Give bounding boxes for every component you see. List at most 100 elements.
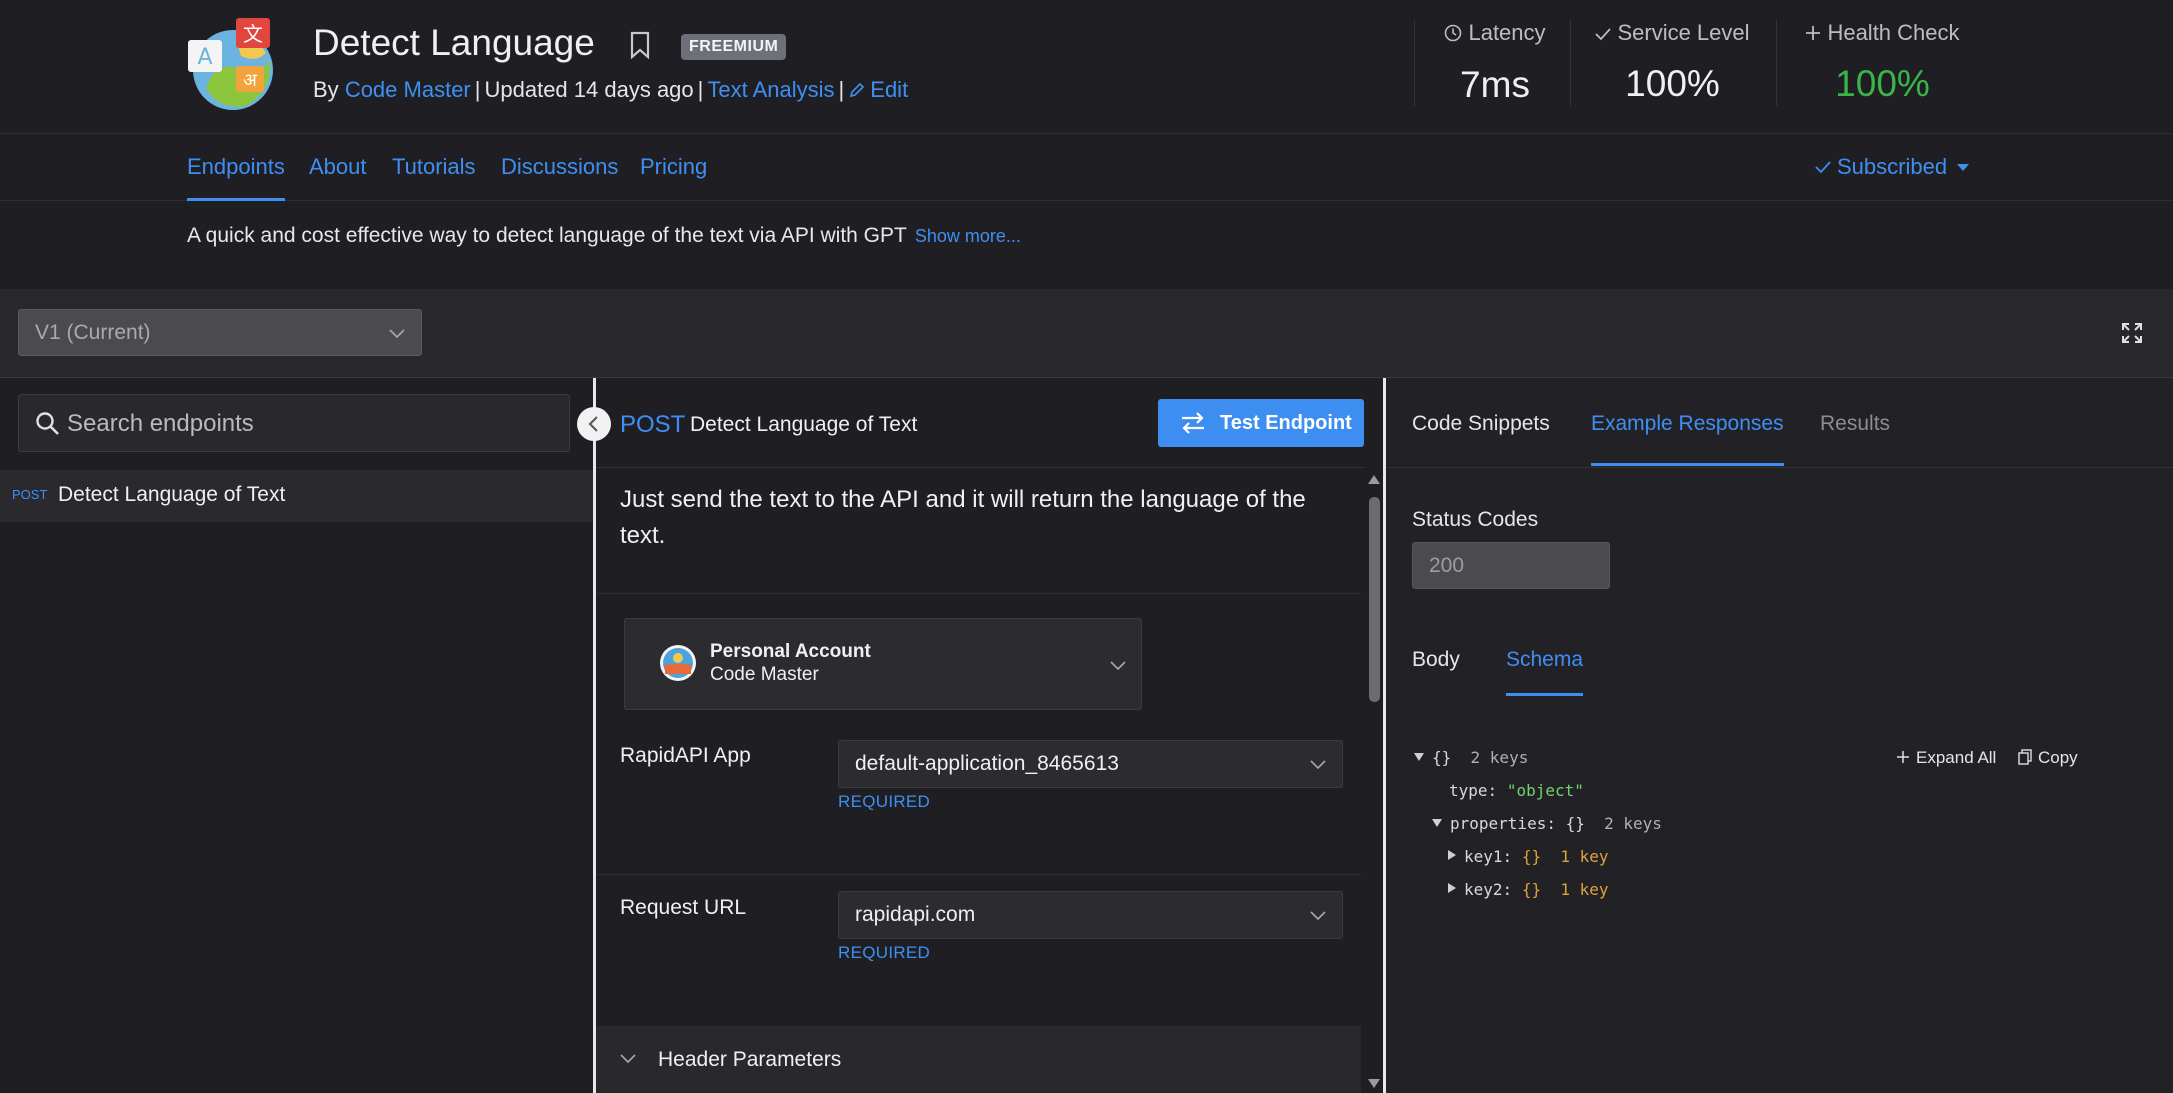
schema-type-row: type: "object" — [1449, 781, 1584, 800]
expand-triangle-icon[interactable] — [1448, 850, 1456, 860]
pricing-badge: FREEMIUM — [681, 34, 787, 60]
tab-tutorials[interactable]: Tutorials — [392, 154, 476, 180]
by-label: By — [313, 77, 339, 102]
health-check-stat: Health Check 100% — [1790, 20, 1975, 110]
chevron-down-icon — [389, 310, 405, 355]
endpoint-list-item[interactable]: POST Detect Language of Text — [0, 470, 593, 522]
category-link[interactable]: Text Analysis — [707, 77, 834, 102]
author-link[interactable]: Code Master — [345, 77, 471, 102]
collapse-triangle-icon[interactable] — [1414, 753, 1424, 761]
latency-value: 7ms — [1460, 64, 1530, 105]
request-url-value: rapidapi.com — [855, 903, 976, 926]
search-icon — [35, 411, 61, 437]
endpoint-description: Just send the text to the API and it wil… — [620, 486, 1306, 549]
expand-all-label: Expand All — [1916, 748, 1997, 767]
status-codes-label: Status Codes — [1412, 508, 1539, 531]
tab-endpoints[interactable]: Endpoints — [187, 154, 285, 201]
schema-key1-row[interactable]: key1: {} 1 key — [1448, 847, 1609, 866]
tab-body[interactable]: Body — [1412, 648, 1460, 672]
show-more-link[interactable]: Show more... — [915, 226, 1021, 246]
endpoints-sidebar: POST Detect Language of Text — [0, 378, 593, 1093]
collapse-triangle-icon[interactable] — [1432, 819, 1442, 827]
required-label: REQUIRED — [838, 792, 931, 811]
svg-text:अ: अ — [243, 70, 258, 91]
tab-pricing[interactable]: Pricing — [640, 154, 707, 180]
service-level-value: 100% — [1625, 63, 1720, 104]
response-tabs: Code Snippets Example Responses Results — [1386, 378, 2173, 468]
search-input[interactable] — [65, 395, 549, 453]
pencil-icon — [848, 79, 866, 98]
endpoint-method-label: POST — [620, 411, 686, 438]
chevron-down-icon — [1310, 741, 1326, 787]
scrollbar[interactable] — [1365, 467, 1383, 1093]
api-title: Detect Language — [313, 22, 595, 63]
tab-about[interactable]: About — [309, 154, 367, 180]
version-select[interactable]: V1 (Current) — [18, 309, 422, 356]
scroll-up-arrow-icon[interactable] — [1368, 475, 1380, 484]
required-label: REQUIRED — [838, 943, 931, 962]
tab-results[interactable]: Results — [1820, 412, 1890, 436]
expand-all-button[interactable]: Expand All — [1896, 748, 1996, 769]
service-level-label: Service Level — [1617, 20, 1750, 45]
version-bar: V1 (Current) — [0, 289, 2173, 378]
scrollbar-thumb[interactable] — [1369, 497, 1380, 702]
swap-arrows-icon — [1180, 412, 1206, 434]
endpoint-panel: POST Detect Language of Text Test Endpoi… — [593, 378, 1386, 1093]
account-type: Personal Account — [710, 641, 871, 662]
check-icon — [1815, 154, 1831, 180]
updated-text: Updated 14 days ago — [484, 77, 694, 102]
subscribed-dropdown[interactable]: Subscribed — [1815, 154, 1970, 180]
request-url-select[interactable]: rapidapi.com — [838, 891, 1343, 939]
latency-stat: Latency 7ms — [1430, 20, 1560, 110]
account-name: Code Master — [710, 664, 819, 685]
subscribed-label: Subscribed — [1837, 154, 1948, 179]
expand-triangle-icon[interactable] — [1448, 883, 1456, 893]
schema-key2-row[interactable]: key2: {} 1 key — [1448, 880, 1609, 899]
test-endpoint-button[interactable]: Test Endpoint — [1158, 399, 1364, 447]
plus-icon — [1896, 749, 1910, 769]
plus-icon — [1805, 21, 1821, 47]
api-header: A 文 अ Detect Language FREEMIUM By Code M… — [0, 0, 2173, 134]
copy-button[interactable]: Copy — [2018, 748, 2078, 770]
test-endpoint-label: Test Endpoint — [1220, 412, 1352, 434]
schema-root-row[interactable]: {} 2 keys — [1414, 748, 1528, 767]
endpoint-name: Detect Language of Text — [58, 483, 286, 506]
tab-discussions[interactable]: Discussions — [501, 154, 618, 180]
clock-icon — [1444, 22, 1462, 48]
chevron-down-icon — [620, 1048, 636, 1069]
tab-schema[interactable]: Schema — [1506, 648, 1584, 696]
chevron-down-icon — [1310, 892, 1326, 938]
divider — [596, 593, 1361, 594]
latency-label: Latency — [1468, 20, 1546, 45]
fullscreen-icon[interactable] — [2122, 323, 2142, 343]
caret-down-icon — [1957, 164, 1970, 171]
header-parameters-section[interactable]: Header Parameters — [596, 1026, 1361, 1093]
rapidapi-app-value: default-application_8465613 — [855, 752, 1119, 775]
header-parameters-label: Header Parameters — [658, 1048, 842, 1071]
divider — [596, 874, 1361, 875]
account-select[interactable]: Personal Account Code Master — [624, 618, 1142, 710]
rapidapi-app-select[interactable]: default-application_8465613 — [838, 740, 1343, 788]
rapidapi-app-label: RapidAPI App — [620, 744, 751, 767]
tab-code-snippets[interactable]: Code Snippets — [1412, 412, 1550, 436]
tab-example-responses[interactable]: Example Responses — [1591, 412, 1784, 466]
copy-icon — [2018, 749, 2032, 770]
svg-text:文: 文 — [243, 22, 263, 46]
version-value: V1 (Current) — [35, 321, 151, 344]
stat-divider — [1414, 20, 1415, 106]
endpoint-title: Detect Language of Text — [690, 413, 918, 436]
stat-divider — [1570, 20, 1571, 106]
avatar — [659, 644, 697, 682]
collapse-sidebar-button[interactable] — [577, 407, 611, 441]
edit-link[interactable]: Edit — [848, 77, 908, 102]
description-text: A quick and cost effective way to detect… — [187, 224, 907, 247]
stat-divider — [1776, 20, 1777, 106]
status-code-select[interactable]: 200 — [1412, 542, 1610, 589]
chevron-down-icon — [1110, 655, 1126, 676]
api-description: A quick and cost effective way to detect… — [187, 224, 1021, 248]
service-level-stat: Service Level 100% — [1590, 20, 1755, 110]
svg-text:A: A — [197, 45, 212, 70]
bookmark-icon[interactable] — [628, 30, 652, 60]
scroll-down-arrow-icon[interactable] — [1368, 1079, 1380, 1088]
schema-properties-row[interactable]: properties: {} 2 keys — [1432, 814, 1662, 833]
